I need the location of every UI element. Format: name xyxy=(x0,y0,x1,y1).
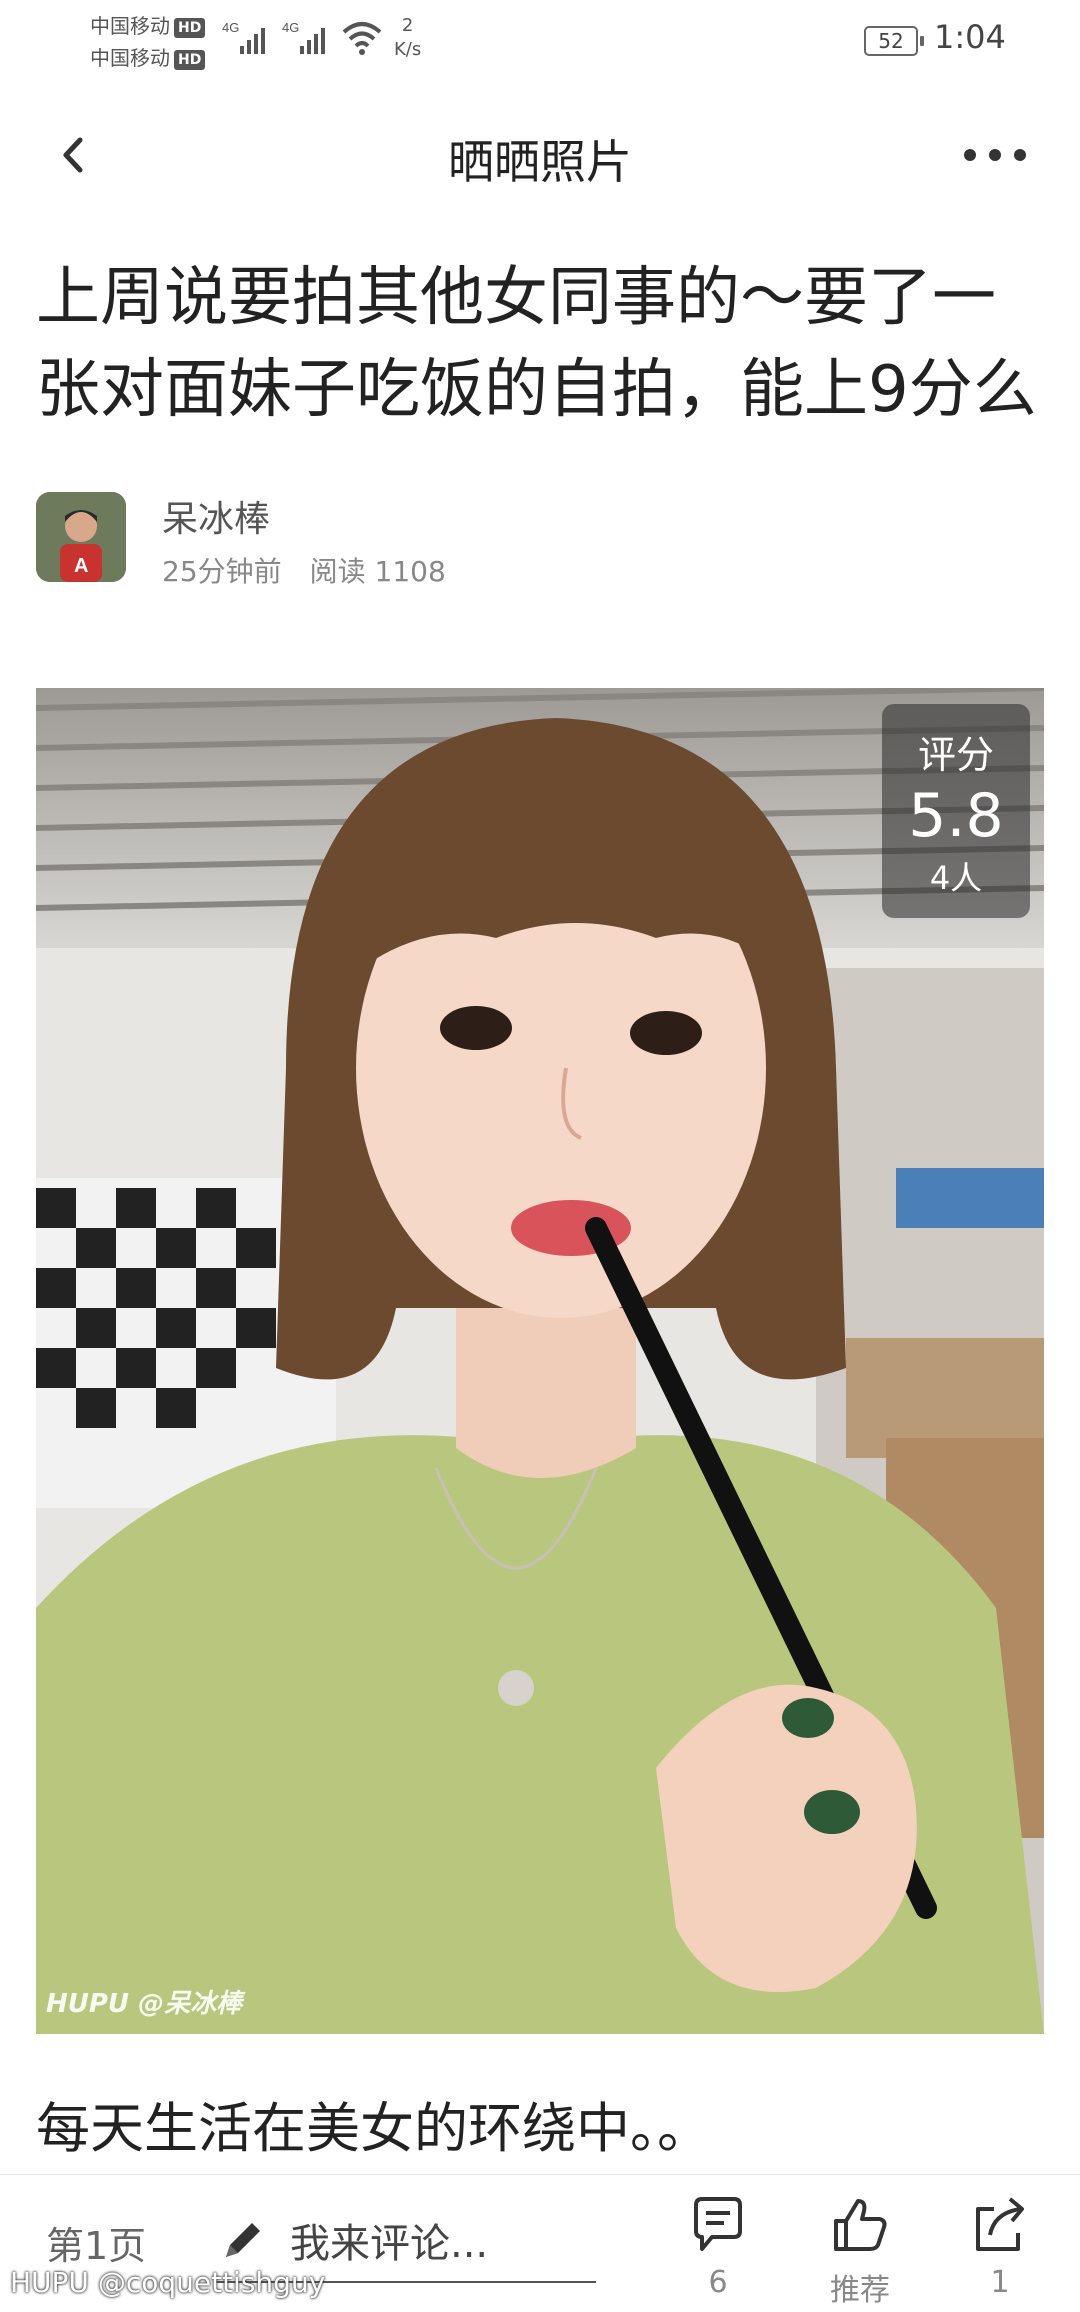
svg-text:4G: 4G xyxy=(222,20,239,35)
clock: 1:04 xyxy=(934,18,1006,56)
post-photo[interactable]: 评分 5.8 4人 HUPU @呆冰棒 xyxy=(36,688,1044,2034)
hd-badge-2: HD xyxy=(174,49,206,70)
rating-label: 评分 xyxy=(917,733,994,777)
carrier-info: 中国移动 HD 中国移动 HD xyxy=(90,10,206,74)
rating-count: 4人 xyxy=(929,859,983,897)
nav-bar: 晒晒照片 xyxy=(0,110,1080,200)
signal-icon: 4G xyxy=(222,20,265,54)
rating-badge[interactable]: 评分 5.8 4人 xyxy=(882,704,1030,918)
comments-button[interactable]: 6 xyxy=(668,2195,768,2300)
share-count: 1 xyxy=(990,2265,1010,2300)
svg-text:A: A xyxy=(74,555,88,577)
speed-unit: K/s xyxy=(394,39,422,60)
battery-icon: 52 xyxy=(864,26,924,56)
page-number[interactable]: 第1页 xyxy=(46,2215,146,2270)
post-meta: 25分钟前 阅读 1108 xyxy=(162,550,446,590)
wifi-icon xyxy=(342,22,382,55)
comments-count: 6 xyxy=(708,2265,728,2300)
recommend-label: 推荐 xyxy=(830,2273,890,2308)
speed-value: 2 xyxy=(401,15,414,36)
photo-watermark: HUPU @呆冰棒 xyxy=(46,1989,243,2019)
comment-icon xyxy=(694,2197,742,2251)
network-speed: 2 K/s xyxy=(394,14,421,62)
hd-badge-1: HD xyxy=(174,17,206,38)
post-title: 上周说要拍其他女同事的～要了一张对面妹子吃饭的自拍，能上9分么 xyxy=(36,261,1037,427)
carrier-2: 中国移动 xyxy=(90,46,170,70)
signal-icon-2: 4G xyxy=(282,20,325,54)
thumbs-up-icon xyxy=(834,2199,887,2251)
carrier-1: 中国移动 xyxy=(90,14,170,38)
comment-input[interactable]: 我来评论... xyxy=(290,2211,488,2269)
avatar[interactable]: A xyxy=(36,492,126,582)
screenshot-watermark: HUPU @coquettishguy xyxy=(10,2266,326,2299)
rating-score: 5.8 xyxy=(908,781,1004,851)
read-count: 阅读 1108 xyxy=(309,555,446,588)
pencil-icon[interactable] xyxy=(218,2215,268,2265)
status-bar: 中国移动 HD 中国移动 HD 4G 4G 2 K/s 52 1:04 xyxy=(0,0,1080,80)
recommend-button[interactable]: 推荐 xyxy=(810,2195,910,2309)
post-time: 25分钟前 xyxy=(162,555,282,588)
share-button[interactable]: 1 xyxy=(950,2195,1050,2300)
share-icon xyxy=(976,2197,1024,2251)
svg-text:4G: 4G xyxy=(282,20,299,35)
page-title: 晒晒照片 xyxy=(448,135,632,189)
post-caption: 每天生活在美女的环绕中。。 xyxy=(36,2097,711,2160)
more-icon[interactable] xyxy=(960,140,1030,170)
author-name[interactable]: 呆冰棒 xyxy=(162,490,270,542)
